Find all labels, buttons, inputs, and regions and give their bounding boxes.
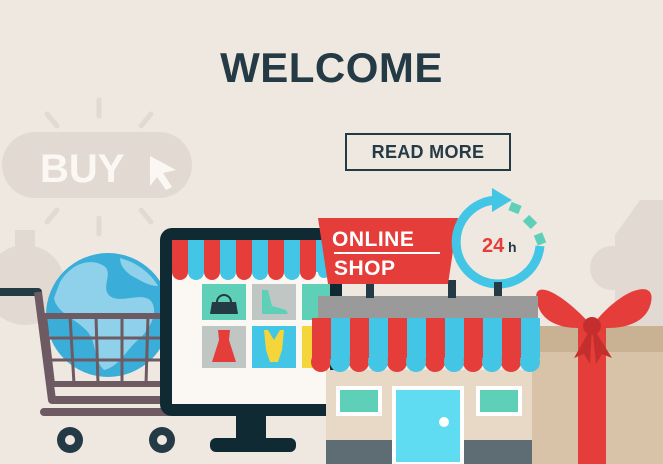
sign-line1: ONLINE xyxy=(332,228,414,251)
buy-badge: BUY xyxy=(2,97,192,237)
storefront xyxy=(311,296,540,464)
hours-number: 24 xyxy=(482,235,505,257)
online-shop-sign: ONLINE SHOP xyxy=(318,218,458,284)
welcome-banner: BUY ONLINE SHOP 24 h WELCOME READ MORE xyxy=(0,0,663,464)
read-more-button[interactable]: READ MORE xyxy=(345,133,511,171)
page-title: WELCOME xyxy=(220,44,443,91)
screen-awning xyxy=(172,240,330,280)
gift-box-icon xyxy=(520,289,663,464)
hours-unit: h xyxy=(508,239,517,255)
24h-clock-icon: 24 h xyxy=(451,188,547,296)
buy-label: BUY xyxy=(40,147,125,191)
shop-window-right xyxy=(476,386,522,416)
sign-line2: SHOP xyxy=(334,257,396,280)
shop-window-left xyxy=(336,386,382,416)
handbag-icon xyxy=(210,302,238,314)
shop-door xyxy=(392,386,464,464)
product-tile-shoe xyxy=(252,284,296,320)
product-grid xyxy=(202,284,330,368)
